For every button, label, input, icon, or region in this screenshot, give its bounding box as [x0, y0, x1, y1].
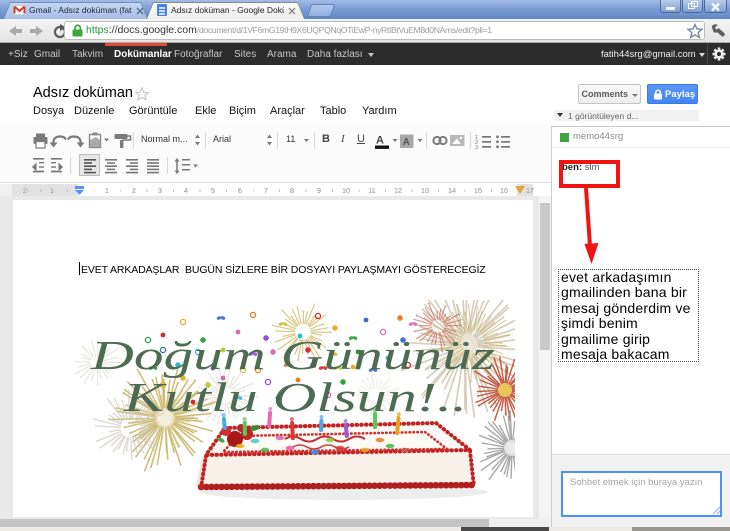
svg-text:Doğum Gününüz: Doğum Gününüz — [90, 332, 495, 378]
svg-text:A: A — [376, 135, 384, 147]
svg-text:Kutlu Olsun!..: Kutlu Olsun!.. — [123, 374, 467, 420]
svg-text:3: 3 — [475, 145, 478, 151]
svg-text:A: A — [403, 137, 410, 148]
